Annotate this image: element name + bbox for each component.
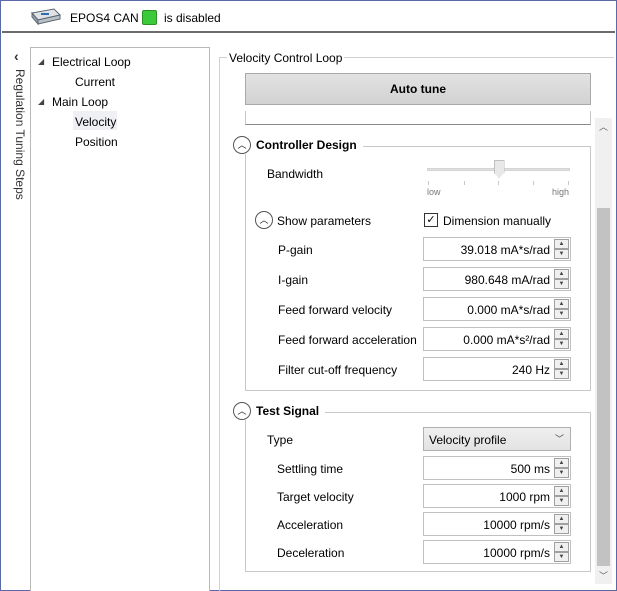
ff-velocity-field[interactable]: 0.000 mA*s/rad ▲ ▼ [423,297,571,321]
window-frame: EPOS4 CAN is disabled ‹ Regulation Tunin… [0,0,617,591]
spin-up-icon[interactable]: ▲ [554,299,569,309]
ff-velocity-label: Feed forward velocity [278,303,393,317]
spin-up-icon[interactable]: ▲ [554,239,569,249]
slider-tick [568,181,569,185]
spin-down-icon[interactable]: ▼ [554,552,569,562]
target-velocity-label: Target velocity [277,490,354,504]
ff-acceleration-value[interactable]: 0.000 mA*s²/rad [463,333,550,347]
controller-design-title: Controller Design [256,138,357,152]
signal-type-select[interactable]: Velocity profile ﹀ [423,427,571,451]
header-separator [2,31,615,33]
p-gain-field[interactable]: 39.018 mA*s/rad ▲ ▼ [423,237,571,261]
spin-up-icon[interactable]: ▲ [554,542,569,552]
collapse-test-signal-icon[interactable]: ︿ [233,402,251,420]
deceleration-value[interactable]: 10000 rpm/s [483,546,550,560]
spin-up-icon[interactable]: ▲ [554,359,569,369]
dimension-manually-checkbox[interactable]: ✓ [424,213,438,227]
tuning-steps-tree: ◢ Electrical Loop Current ◢ Main Loop Ve… [30,47,210,591]
test-signal-title: Test Signal [256,404,320,418]
type-label: Type [267,433,294,447]
ff-acceleration-field[interactable]: 0.000 mA*s²/rad ▲ ▼ [423,327,571,351]
acceleration-field[interactable]: 10000 rpm/s ▲ ▼ [423,512,571,536]
expanded-arrow-icon[interactable]: ◢ [38,57,44,66]
settling-time-value[interactable]: 500 ms [511,462,550,476]
spin-down-icon[interactable]: ▼ [554,468,569,478]
spin-down-icon[interactable]: ▼ [554,309,569,319]
target-velocity-field[interactable]: 1000 rpm ▲ ▼ [423,484,571,508]
slider-tick [533,181,534,185]
spin-down-icon[interactable]: ▼ [554,496,569,506]
panel-title: Velocity Control Loop [227,51,345,65]
tree-item-velocity[interactable]: Velocity [75,115,116,129]
ff-velocity-value[interactable]: 0.000 mA*s/rad [467,303,550,317]
filter-cutoff-field[interactable]: 240 Hz ▲ ▼ [423,357,571,381]
i-gain-field[interactable]: 980.648 mA/rad ▲ ▼ [423,267,571,291]
auto-tune-button[interactable]: Auto tune [245,73,591,105]
slider-high-label: high [552,187,570,197]
tree-item-current[interactable]: Current [75,75,115,89]
controller-design-header: ︿ Controller Design [233,136,363,154]
spin-up-icon[interactable]: ▲ [554,486,569,496]
spin-up-icon[interactable]: ▲ [554,458,569,468]
device-header: EPOS4 CAN is disabled [2,2,615,33]
i-gain-label: I-gain [278,273,309,287]
deceleration-label: Deceleration [277,546,345,560]
i-gain-value[interactable]: 980.648 mA/rad [465,273,550,287]
deceleration-field[interactable]: 10000 rpm/s ▲ ▼ [423,540,571,564]
spin-down-icon[interactable]: ▼ [554,369,569,379]
acceleration-label: Acceleration [277,518,344,532]
tree-item-position[interactable]: Position [75,135,118,149]
spin-up-icon[interactable]: ▲ [554,329,569,339]
tree-item-main-loop[interactable]: Main Loop [52,95,108,109]
scroll-down-icon[interactable]: ﹀ [595,567,612,584]
tree-item-electrical-loop[interactable]: Electrical Loop [52,55,131,69]
device-status: is disabled [164,11,221,25]
spin-down-icon[interactable]: ▼ [554,249,569,259]
collapse-steps-icon[interactable]: ‹ [14,49,19,63]
scroll-area-top-edge [245,111,591,125]
expanded-arrow-icon[interactable]: ◢ [38,97,44,106]
collapse-parameters-icon[interactable]: ︿ [255,211,273,229]
collapse-controller-design-icon[interactable]: ︿ [233,136,251,154]
spin-down-icon[interactable]: ▼ [554,339,569,349]
scroll-up-icon[interactable]: ︿ [595,118,612,135]
signal-type-value[interactable]: Velocity profile [429,433,506,447]
ff-acceleration-label: Feed forward acceleration [278,333,417,347]
spin-down-icon[interactable]: ▼ [554,279,569,289]
spin-up-icon[interactable]: ▲ [554,514,569,524]
spin-up-icon[interactable]: ▲ [554,269,569,279]
slider-tick [428,181,429,185]
dimension-manually-label[interactable]: Dimension manually [443,214,551,228]
show-parameters-label[interactable]: Show parameters [277,214,371,228]
slider-low-label: low [427,187,441,197]
test-signal-header: ︿ Test Signal [233,402,326,420]
slider-tick [464,181,465,185]
bandwidth-label: Bandwidth [267,167,324,181]
vertical-scrollbar[interactable]: ︿ ﹀ [595,118,612,584]
slider-tick [498,181,499,185]
settling-time-field[interactable]: 500 ms ▲ ▼ [423,456,571,480]
spin-down-icon[interactable]: ▼ [554,524,569,534]
acceleration-value[interactable]: 10000 rpm/s [483,518,550,532]
p-gain-label: P-gain [278,243,313,257]
device-icon [31,8,61,26]
regulation-steps-label: Regulation Tuning Steps [13,69,27,200]
chevron-down-icon[interactable]: ﹀ [555,432,564,445]
scroll-thumb[interactable] [597,208,610,566]
settling-time-label: Settling time [277,462,344,476]
filter-cutoff-value[interactable]: 240 Hz [512,363,550,377]
target-velocity-value[interactable]: 1000 rpm [499,490,550,504]
filter-cutoff-label: Filter cut-off frequency [278,363,398,377]
p-gain-value[interactable]: 39.018 mA*s/rad [461,243,550,257]
status-led-icon [142,10,157,25]
device-name: EPOS4 CAN [70,11,139,25]
